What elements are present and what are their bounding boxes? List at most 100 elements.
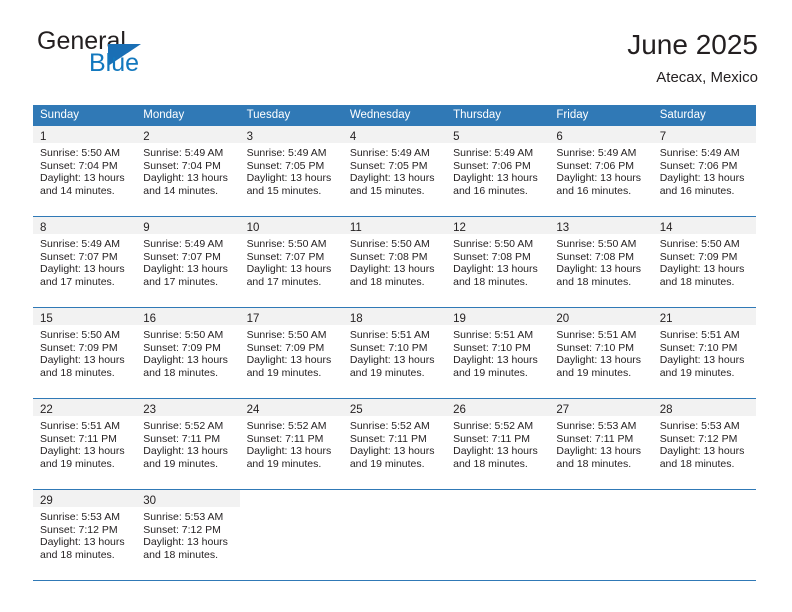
calendar-day-cell[interactable]: 10 Sunrise: 5:50 AM Sunset: 7:07 PM Dayligh… [239,216,343,308]
calendar-day-cell[interactable]: 24 Sunrise: 5:52 AM Sunset: 7:11 PM Dayligh… [239,398,343,490]
daylight-text-line1: Daylight: 13 hours [349,445,435,458]
day-cell-inner: 2 Sunrise: 5:49 AM Sunset: 7:04 PM Daylight… [136,126,240,216]
daylight-text-line1: Daylight: 13 hours [453,172,538,185]
sunset-text: Sunset: 7:05 PM [349,159,428,172]
calendar-day-cell-empty [446,489,550,581]
calendar-week-row: 22 Sunrise: 5:51 AM Sunset: 7:11 PM Dayligh… [33,398,756,490]
sunset-text: Sunset: 7:09 PM [40,341,118,354]
day-number: 9 [143,222,150,234]
day-number: 21 [659,313,673,325]
day-cell-details: Sunrise: 5:50 AM Sunset: 7:04 PM Daylight:… [33,143,136,197]
day-number: 20 [556,313,570,325]
sunrise-text: Sunrise: 5:50 AM [246,329,327,341]
daylight-text-line2: and 18 minutes. [556,457,632,470]
day-number-band: 25 [342,399,447,416]
calendar-day-cell[interactable]: 5 Sunrise: 5:49 AM Sunset: 7:06 PM Daylight… [446,126,550,217]
calendar-day-cell[interactable]: 29 Sunrise: 5:53 AM Sunset: 7:12 PM Dayligh… [33,489,137,581]
day-number-band: 14 [652,217,756,234]
day-cell-inner: 3 Sunrise: 5:49 AM Sunset: 7:05 PM Daylight… [239,126,343,216]
calendar-day-cell[interactable]: 6 Sunrise: 5:49 AM Sunset: 7:06 PM Daylight… [549,126,653,217]
day-number: 26 [453,404,466,416]
weekday-header-saturday: Saturday [652,105,756,126]
day-cell-inner: 10 Sunrise: 5:50 AM Sunset: 7:07 PM Dayligh… [239,217,343,307]
calendar-day-cell[interactable]: 22 Sunrise: 5:51 AM Sunset: 7:11 PM Dayligh… [33,398,137,490]
sunrise-text: Sunrise: 5:49 AM [453,147,534,159]
calendar-day-cell[interactable]: 3 Sunrise: 5:49 AM Sunset: 7:05 PM Daylight… [239,126,343,217]
calendar-day-cell-empty [342,489,447,581]
day-number: 1 [40,131,47,143]
day-number-band: 24 [239,399,343,416]
daylight-text-line2: and 18 minutes. [40,548,115,561]
daylight-text-line2: and 14 minutes. [143,184,218,197]
calendar-day-cell[interactable]: 18 Sunrise: 5:51 AM Sunset: 7:10 PM Dayligh… [342,307,447,399]
calendar-day-cell[interactable]: 17 Sunrise: 5:50 AM Sunset: 7:09 PM Dayligh… [239,307,343,399]
day-cell-details [446,507,549,511]
weekday-header-friday: Friday [549,105,653,126]
calendar-day-cell[interactable]: 1 Sunrise: 5:50 AM Sunset: 7:04 PM Daylight… [33,126,137,217]
weekday-header-tuesday: Tuesday [239,105,343,126]
calendar-day-cell[interactable]: 13 Sunrise: 5:50 AM Sunset: 7:08 PM Dayligh… [549,216,653,308]
logo-general-blue[interactable]: General Blue [33,28,263,88]
day-number-band: 19 [446,308,550,325]
calendar-day-cell[interactable]: 15 Sunrise: 5:50 AM Sunset: 7:09 PM Dayligh… [33,307,137,399]
day-number-band: 30 [136,490,240,507]
calendar-day-cell[interactable]: 30 Sunrise: 5:53 AM Sunset: 7:12 PM Dayligh… [136,489,240,581]
daylight-text-line2: and 18 minutes. [659,275,735,288]
sunrise-text: Sunrise: 5:49 AM [143,238,224,250]
calendar-day-cell[interactable]: 9 Sunrise: 5:49 AM Sunset: 7:07 PM Daylight… [136,216,240,308]
day-number: 6 [556,131,563,143]
day-number-band: 6 [549,126,653,143]
calendar-day-cell[interactable]: 11 Sunrise: 5:50 AM Sunset: 7:08 PM Dayligh… [342,216,447,308]
calendar-day-cell[interactable]: 25 Sunrise: 5:52 AM Sunset: 7:11 PM Dayligh… [342,398,447,490]
calendar-day-cell[interactable]: 23 Sunrise: 5:52 AM Sunset: 7:11 PM Dayligh… [136,398,240,490]
day-number-band: 18 [342,308,447,325]
day-cell-inner: 9 Sunrise: 5:49 AM Sunset: 7:07 PM Daylight… [136,217,240,307]
daylight-text-line2: and 19 minutes. [556,366,632,379]
day-number: 5 [453,131,460,143]
sunrise-text: Sunrise: 5:53 AM [40,511,120,523]
calendar-week-row: 1 Sunrise: 5:50 AM Sunset: 7:04 PM Daylight… [33,126,756,217]
day-cell-details: Sunrise: 5:50 AM Sunset: 7:09 PM Daylight:… [33,325,136,379]
daylight-text-line1: Daylight: 13 hours [143,354,228,367]
daylight-text-line2: and 19 minutes. [659,366,735,379]
day-number-band [549,490,652,507]
sunset-text: Sunset: 7:05 PM [246,159,325,172]
day-cell-inner: 17 Sunrise: 5:50 AM Sunset: 7:09 PM Dayligh… [239,308,343,398]
daylight-text-line2: and 18 minutes. [40,366,115,379]
day-number: 2 [143,131,150,143]
daylight-text-line1: Daylight: 13 hours [349,354,435,367]
day-cell-details [240,507,343,511]
calendar-day-cell[interactable]: 14 Sunrise: 5:50 AM Sunset: 7:09 PM Dayligh… [652,216,756,308]
day-cell-inner: 8 Sunrise: 5:49 AM Sunset: 7:07 PM Daylight… [33,217,137,307]
daylight-text-line1: Daylight: 13 hours [556,263,642,276]
day-number-band: 10 [239,217,343,234]
daylight-text-line1: Daylight: 13 hours [246,354,332,367]
sunrise-text: Sunrise: 5:50 AM [40,329,120,341]
daylight-text-line2: and 18 minutes. [453,457,528,470]
sunrise-text: Sunrise: 5:49 AM [143,147,224,159]
calendar-day-cell[interactable]: 27 Sunrise: 5:53 AM Sunset: 7:11 PM Dayligh… [549,398,653,490]
calendar-day-cell[interactable]: 26 Sunrise: 5:52 AM Sunset: 7:11 PM Dayligh… [446,398,550,490]
day-number: 17 [246,313,260,325]
calendar-day-cell[interactable]: 16 Sunrise: 5:50 AM Sunset: 7:09 PM Dayligh… [136,307,240,399]
calendar-day-cell[interactable]: 19 Sunrise: 5:51 AM Sunset: 7:10 PM Dayligh… [446,307,550,399]
calendar-day-cell[interactable]: 28 Sunrise: 5:53 AM Sunset: 7:12 PM Dayligh… [652,398,756,490]
weekday-header-monday: Monday [136,105,240,126]
calendar-day-cell[interactable]: 8 Sunrise: 5:49 AM Sunset: 7:07 PM Daylight… [33,216,137,308]
calendar-day-cell[interactable]: 21 Sunrise: 5:51 AM Sunset: 7:10 PM Dayligh… [652,307,756,399]
day-number: 24 [246,404,260,416]
sunrise-text: Sunrise: 5:51 AM [40,420,120,432]
day-number: 23 [143,404,157,416]
calendar-day-cell[interactable]: 12 Sunrise: 5:50 AM Sunset: 7:08 PM Dayligh… [446,216,550,308]
calendar-day-cell[interactable]: 7 Sunrise: 5:49 AM Sunset: 7:06 PM Daylight… [652,126,756,217]
daylight-text-line2: and 18 minutes. [349,275,425,288]
daylight-text-line1: Daylight: 13 hours [659,354,745,367]
calendar-day-cell[interactable]: 20 Sunrise: 5:51 AM Sunset: 7:10 PM Dayligh… [549,307,653,399]
day-cell-details: Sunrise: 5:49 AM Sunset: 7:06 PM Daylight:… [653,143,756,197]
daylight-text-line2: and 19 minutes. [40,457,115,470]
calendar-day-cell[interactable]: 4 Sunrise: 5:49 AM Sunset: 7:05 PM Daylight… [342,126,447,217]
logo-text-blue: Blue [89,49,140,77]
weekday-header-sunday: Sunday [33,105,137,126]
calendar-day-cell[interactable]: 2 Sunrise: 5:49 AM Sunset: 7:04 PM Daylight… [136,126,240,217]
daylight-text-line2: and 16 minutes. [556,184,632,197]
